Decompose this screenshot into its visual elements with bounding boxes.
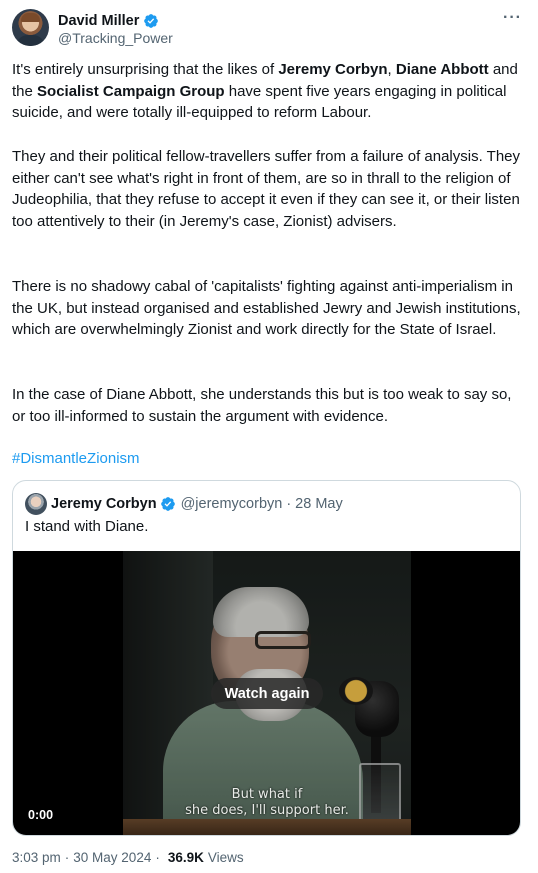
subtitle-line-2: she does, I'll support her. (185, 803, 349, 818)
more-options-button[interactable]: ··· (503, 9, 522, 27)
tweet-time[interactable]: 3:03 pm (12, 850, 61, 865)
views-count[interactable]: 36.9K (168, 850, 204, 865)
quoted-author-handle[interactable]: @jeremycorbyn (181, 496, 283, 512)
author-avatar[interactable] (12, 9, 49, 46)
avatar-suit (16, 35, 45, 46)
tweet-paragraph-3: There is no shadowy cabal of 'capitalist… (12, 278, 521, 339)
tweet-paragraph-2: They and their political fellow-travelle… (12, 148, 521, 230)
views-label: Views (207, 850, 244, 865)
quoted-author-avatar[interactable] (25, 493, 47, 515)
video-player[interactable]: Watch again But what if she does, I'll s… (13, 551, 520, 835)
watch-again-button[interactable]: Watch again (211, 678, 323, 709)
p1-text-2: , (387, 61, 396, 78)
verified-badge-icon (144, 14, 159, 28)
author-display-name[interactable]: David Miller (58, 13, 139, 29)
p1-text-1: It's entirely unsurprising that the like… (12, 61, 279, 78)
subtitle-line-1: But what if (231, 787, 303, 802)
quoted-text: I stand with Diane. (25, 518, 149, 535)
meta-separator: · (64, 850, 70, 865)
quoted-separator: · (286, 496, 292, 512)
quoted-author-row: Jeremy Corbyn @jeremycorbyn · 28 May (51, 495, 343, 513)
tweet-date[interactable]: 30 May 2024 (73, 850, 151, 865)
tweet-header: David Miller @Tracking_Power ··· (12, 9, 526, 49)
author-handle[interactable]: @Tracking_Power (58, 30, 173, 46)
avatar-hair (21, 13, 40, 22)
quoted-date[interactable]: 28 May (295, 496, 343, 512)
video-subtitles: But what if she does, I'll support her. (13, 787, 520, 819)
video-timer: 0:00 (28, 808, 54, 822)
quoted-tweet[interactable]: Jeremy Corbyn @jeremycorbyn · 28 May I s… (12, 480, 521, 836)
tweet-paragraph-4: In the case of Diane Abbott, she underst… (12, 386, 512, 425)
tweet-paragraph-1: It's entirely unsurprising that the like… (12, 59, 522, 124)
hashtag-link[interactable]: #DismantleZionism (12, 449, 140, 469)
tweet-metadata: 3:03 pm · 30 May 2024 · 36.9K Views (12, 850, 244, 865)
meta-separator-2: · (155, 850, 160, 865)
author-name-row: David Miller (58, 12, 159, 30)
mention-diane-abbott: Diane Abbott (395, 61, 489, 78)
quoted-author-name[interactable]: Jeremy Corbyn (51, 496, 157, 512)
mention-jeremy-corbyn: Jeremy Corbyn (278, 61, 388, 78)
verified-badge-icon (160, 497, 175, 511)
mention-socialist-campaign-group: Socialist Campaign Group (37, 82, 225, 100)
